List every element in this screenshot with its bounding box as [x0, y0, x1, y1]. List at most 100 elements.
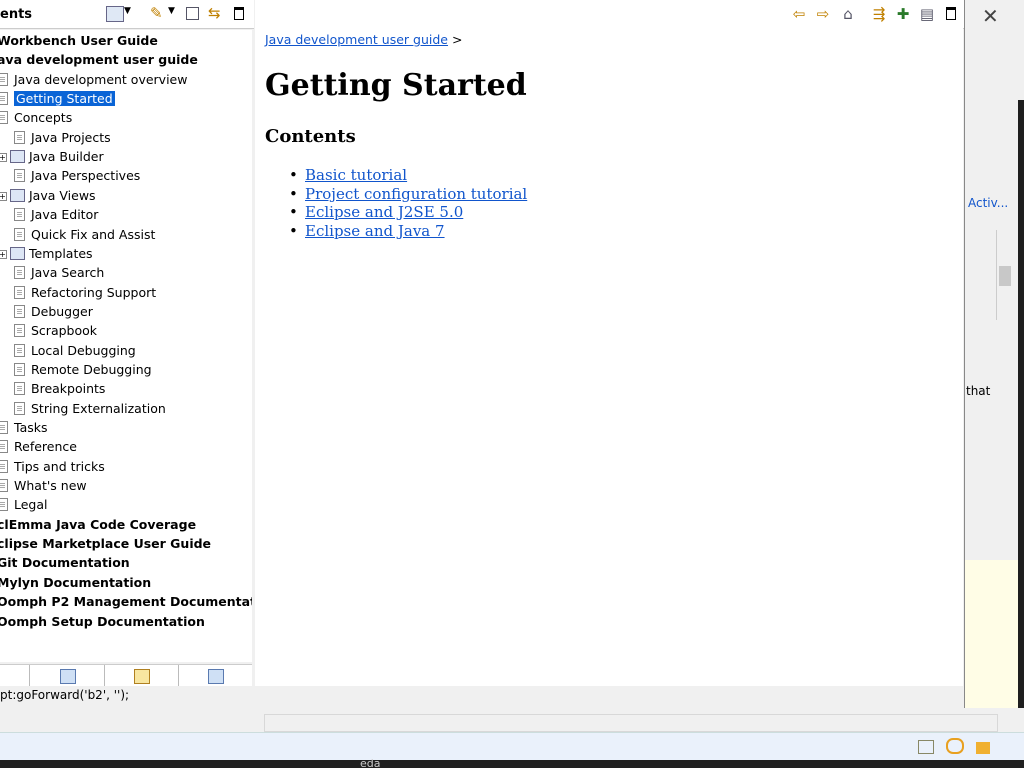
activity-label[interactable]: Activ... — [968, 196, 1008, 210]
toc-tree-item[interactable]: clEmma Java Code Coverage — [0, 515, 196, 534]
book-icon — [10, 188, 25, 202]
toc-tree-item-label: Tasks — [14, 420, 48, 435]
print-icon[interactable] — [106, 6, 124, 22]
breadcrumb-separator: > — [452, 32, 463, 47]
content-toolbar: ⇦ ⇨ ⌂ ⇶ ✚ ▤ — [255, 0, 964, 29]
background-scrollbar[interactable] — [996, 230, 1013, 320]
toc-tree-item[interactable]: Workbench User Guide — [0, 31, 158, 50]
toc-tree-item[interactable]: Java development overview — [0, 70, 187, 89]
breadcrumb-link[interactable]: Java development user guide — [265, 32, 448, 47]
toc-tree-item-label: clEmma Java Code Coverage — [0, 516, 197, 532]
page-icon — [14, 362, 25, 376]
toc-tree-item[interactable]: What's new — [0, 476, 87, 495]
toc-tree-item-label: ava development user guide — [0, 52, 198, 68]
toc-tabs — [0, 664, 252, 687]
toc-tree-item[interactable]: Debugger — [14, 302, 93, 321]
search-icon — [134, 669, 150, 684]
link-eclipse-j2se[interactable]: Eclipse and J2SE 5.0 — [305, 203, 463, 221]
toc-header: ents ▼ ✎ ▼ ⇆ — [0, 0, 254, 29]
toc-tree-item-label: Java Projects — [31, 129, 111, 145]
scrollbar-thumb[interactable] — [999, 266, 1011, 286]
toc-tree-item[interactable]: Local Debugging — [14, 341, 136, 360]
forward-icon[interactable]: ⇨ — [815, 6, 831, 22]
maximize-icon[interactable] — [234, 7, 244, 20]
toc-tree-item[interactable]: Java Editor — [14, 205, 98, 224]
toc-tree-item[interactable]: + Java Views — [0, 186, 96, 205]
toc-tree-item[interactable]: Mylyn Documentation — [0, 573, 151, 592]
toc-tree-item[interactable]: + Templates — [0, 244, 93, 263]
page-icon — [14, 401, 25, 415]
page-icon — [0, 498, 8, 512]
toc-tree-item-label: Java Search — [31, 265, 105, 281]
toc-tree-item[interactable]: Remote Debugging — [14, 360, 152, 379]
tab-bookmarks[interactable] — [178, 665, 253, 687]
maximize-icon[interactable] — [946, 7, 956, 20]
toc-tree-item-label: Oomph P2 Management Documentation — [0, 594, 252, 610]
toc-tree-item[interactable]: Scrapbook — [14, 321, 97, 340]
toc-tree-item[interactable]: + Java Builder — [0, 147, 104, 166]
taskbar-item-label[interactable]: eda — [360, 757, 381, 770]
toc-tree-item[interactable]: Legal — [0, 495, 48, 514]
print-page-icon[interactable]: ▤ — [919, 6, 935, 22]
toc-tree-item[interactable]: Java Search — [14, 263, 104, 282]
tab-search[interactable] — [104, 665, 179, 687]
link-eclipse-java7[interactable]: Eclipse and Java 7 — [305, 222, 445, 240]
toc-tree-item[interactable]: Java Perspectives — [14, 166, 140, 185]
page-icon — [14, 343, 25, 357]
toc-tree-item-label: Scrapbook — [31, 323, 98, 339]
toc-tree-item[interactable]: clipse Marketplace User Guide — [0, 534, 211, 553]
link-basic-tutorial[interactable]: Basic tutorial — [305, 166, 407, 184]
contents-heading: Contents — [265, 126, 356, 147]
status-icon[interactable] — [945, 738, 964, 754]
link-project-configuration-tutorial[interactable]: Project configuration tutorial — [305, 185, 527, 203]
workbench-status-bar — [0, 732, 1024, 761]
show-in-toc-icon[interactable]: ⇶ — [871, 6, 887, 22]
status-icon[interactable] — [918, 740, 934, 754]
toc-tree-item[interactable]: Git Documentation — [0, 553, 130, 572]
back-icon[interactable]: ⇦ — [791, 6, 807, 22]
status-trim-icons[interactable] — [918, 738, 1018, 756]
status-icon[interactable] — [975, 742, 990, 754]
page-icon — [0, 440, 8, 454]
toc-tree-item[interactable]: Refactoring Support — [14, 283, 156, 302]
collapse-all-icon[interactable] — [186, 7, 199, 20]
toc-tree-item-label: Java Perspectives — [31, 168, 141, 184]
link-with-contents-icon[interactable]: ⇆ — [208, 4, 221, 22]
close-icon[interactable]: ✕ — [982, 4, 999, 28]
toc-tree-item[interactable]: Java Projects — [14, 128, 111, 147]
toc-tree-item[interactable]: Quick Fix and Assist — [14, 225, 155, 244]
toc-tree-item-label: Refactoring Support — [31, 284, 157, 300]
toc-tree-item[interactable]: Tasks — [0, 418, 48, 437]
toc-tree-item[interactable]: Tips and tricks — [0, 457, 105, 476]
toc-tree-item[interactable]: Concepts — [0, 108, 72, 127]
toc-tree-item[interactable]: String Externalization — [14, 399, 166, 418]
book-icon — [10, 150, 25, 164]
tab-contents[interactable] — [29, 665, 105, 687]
toc-tree-item[interactable]: Reference — [0, 437, 77, 456]
highlight-icon[interactable]: ✎ — [150, 4, 163, 22]
chevron-down-icon[interactable]: ▼ — [124, 6, 131, 16]
contents-links: Basic tutorial Project configuration tut… — [289, 166, 527, 240]
toc-tree-item[interactable]: Breakpoints — [14, 379, 105, 398]
home-icon[interactable]: ⌂ — [840, 6, 856, 22]
expand-icon[interactable]: + — [0, 153, 7, 163]
toc-tree-item[interactable]: ava development user guide — [0, 50, 198, 69]
background-console-strip — [1018, 100, 1024, 740]
taskbar — [0, 760, 1024, 768]
toc-tree-item[interactable]: Oomph P2 Management Documentation — [0, 592, 252, 611]
chevron-down-icon[interactable]: ▼ — [168, 6, 175, 16]
toc-tree-item[interactable]: Getting Started — [0, 89, 115, 108]
page-icon — [14, 266, 25, 280]
page-icon — [14, 130, 25, 144]
bookmark-document-icon[interactable]: ✚ — [895, 6, 911, 22]
page-icon — [14, 227, 25, 241]
toc-tree-item-label: clipse Marketplace User Guide — [0, 536, 212, 552]
page-icon — [0, 72, 8, 86]
page-icon — [0, 111, 8, 125]
toc-tree-item[interactable]: Oomph Setup Documentation — [0, 612, 205, 631]
page-icon — [0, 479, 8, 493]
book-icon — [10, 246, 25, 260]
expand-icon[interactable]: + — [0, 191, 7, 201]
horizontal-scrollbar[interactable] — [264, 714, 998, 732]
expand-icon[interactable]: + — [0, 249, 7, 259]
